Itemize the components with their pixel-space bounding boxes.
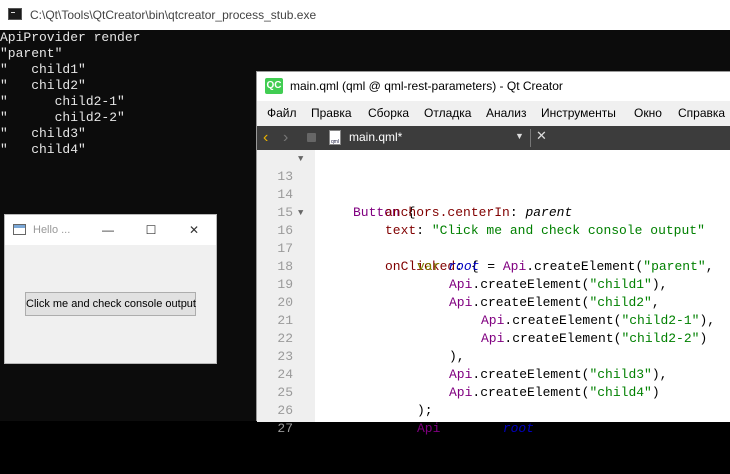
creator-titlebar[interactable]: QC main.qml (qml @ qml-rest-parameters) … <box>257 72 730 101</box>
code-line: 15 text: "Click me and check console out… <box>257 186 730 238</box>
code-line: 17 var root = Api.createElement("parent"… <box>257 222 730 274</box>
code-token: .render( <box>440 421 503 436</box>
qml-file-icon: qml <box>329 130 341 145</box>
code-line: 23 Api.createElement("child3"), <box>257 330 730 382</box>
code-line: 22 ), <box>257 312 730 364</box>
console-line: ApiProvider render <box>0 30 141 45</box>
qt-creator-logo-icon: QC <box>265 78 283 94</box>
code-token: } <box>385 439 393 454</box>
minimize-button[interactable]: — <box>86 215 130 245</box>
code-line: 26 Api.render(root); <box>257 384 730 436</box>
console-titlebar[interactable]: C:\Qt\Tools\QtCreator\bin\qtcreator_proc… <box>0 0 730 30</box>
code-line: 18 Api.createElement("child1"), <box>257 240 730 292</box>
menu-tools[interactable]: Инструменты <box>541 106 616 120</box>
lock-icon[interactable] <box>307 133 316 142</box>
fold-chevron-icon[interactable]: ▼ <box>298 150 303 168</box>
code-line: 25 ); <box>257 366 730 418</box>
close-document-icon[interactable]: ✕ <box>536 128 547 144</box>
click-me-button[interactable]: Click me and check console output <box>25 292 196 316</box>
menu-debug[interactable]: Отладка <box>424 106 471 120</box>
fold-chevron-icon[interactable]: ▼ <box>298 204 303 222</box>
menu-analyze[interactable]: Анализ <box>486 106 527 120</box>
code-line: 16 ▼ onClicked: { <box>257 204 730 274</box>
hello-titlebar[interactable]: Hello ... — ☐ ✕ <box>5 215 216 245</box>
code-line: 20 Api.createElement("child2-1"), <box>257 276 730 328</box>
code-line: 14 anchors.centerIn: parent <box>257 168 730 220</box>
creator-title: main.qml (qml @ qml-rest-parameters) - Q… <box>290 79 563 93</box>
open-document-name[interactable]: main.qml* <box>349 130 402 144</box>
forward-arrow-icon[interactable]: › <box>283 128 297 148</box>
line-number: 27 <box>277 421 293 436</box>
code-token: ); <box>534 421 550 436</box>
hello-window: Hello ... — ☐ ✕ Click me and check conso… <box>4 214 217 364</box>
menu-window[interactable]: Окно <box>634 106 662 120</box>
editor-toolbar: ‹ › qml main.qml* ▼ ✕ <box>257 126 730 150</box>
chevron-down-icon[interactable]: ▼ <box>515 131 524 141</box>
code-line: 27 } <box>257 402 730 454</box>
menu-edit[interactable]: Правка <box>311 106 352 120</box>
close-button[interactable]: ✕ <box>172 215 216 245</box>
code-editor[interactable]: 13 ▼ Button { 14 anchors.centerIn: paren… <box>257 150 730 454</box>
menu-help[interactable]: Справка <box>678 106 725 120</box>
code-line: 24 Api.createElement("child4") <box>257 348 730 400</box>
toolbar-divider <box>530 129 531 147</box>
qt-creator-window: QC main.qml (qml @ qml-rest-parameters) … <box>256 71 730 454</box>
code-token: Api <box>417 421 441 436</box>
console-app-icon <box>8 8 22 20</box>
menu-file[interactable]: Файл <box>267 106 297 120</box>
back-arrow-icon[interactable]: ‹ <box>263 128 277 148</box>
code-line: 19 Api.createElement("child2", <box>257 258 730 310</box>
code-line: 21 Api.createElement("child2-2") <box>257 294 730 346</box>
menu-bar: Файл Правка Сборка Отладка Анализ Инстру… <box>257 101 730 126</box>
console-title: C:\Qt\Tools\QtCreator\bin\qtcreator_proc… <box>30 8 317 22</box>
window-icon <box>13 224 26 235</box>
code-line: 13 ▼ Button { <box>257 150 730 220</box>
maximize-button[interactable]: ☐ <box>129 215 173 245</box>
console-line: "parent" <box>0 46 63 61</box>
hello-title: Hello ... <box>33 224 71 236</box>
menu-build[interactable]: Сборка <box>368 106 409 120</box>
code-token: root <box>502 421 535 436</box>
